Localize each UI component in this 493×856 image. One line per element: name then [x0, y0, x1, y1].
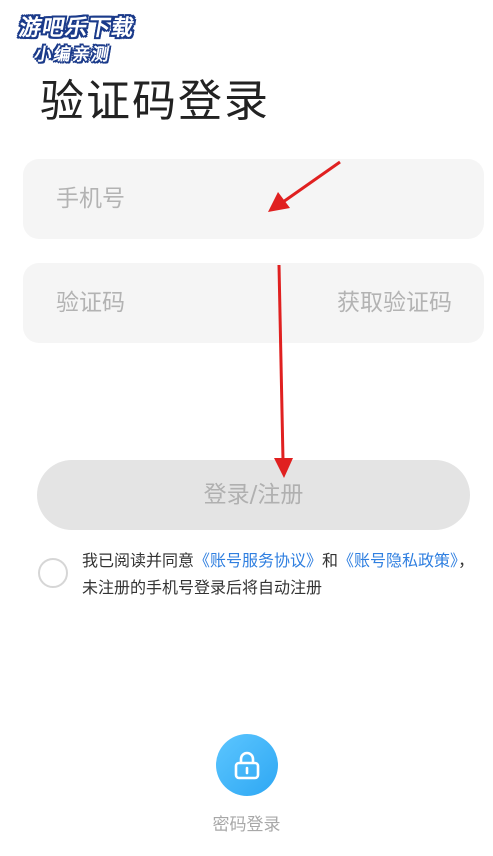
lock-icon — [234, 751, 259, 780]
watermark-line1: 游吧乐下载 — [17, 16, 137, 41]
password-login-label: 密码登录 — [212, 815, 281, 835]
agreement-prefix: 我已阅读并同意 — [82, 551, 195, 570]
code-field[interactable]: 验证码 获取验证码 — [23, 263, 484, 343]
page-title: 验证码登录 — [40, 76, 270, 127]
agreement-text: 我已阅读并同意《账号服务协议》和《账号隐私政策》，未注册的手机号登录后将自动注册 — [82, 547, 482, 601]
phone-placeholder: 手机号 — [56, 186, 125, 212]
service-agreement-link[interactable]: 《账号服务协议》 — [194, 551, 322, 570]
privacy-policy-link[interactable]: 《账号隐私政策》 — [338, 551, 458, 570]
agreement-and: 和 — [322, 551, 339, 570]
watermark-logo: 游吧乐下载 小编亲测 — [13, 8, 153, 65]
agreement-checkbox[interactable] — [38, 558, 68, 588]
code-placeholder: 验证码 — [56, 290, 125, 316]
password-login-section: 密码登录 — [0, 734, 493, 835]
login-register-button[interactable]: 登录/注册 — [37, 460, 470, 530]
get-code-button[interactable]: 获取验证码 — [337, 263, 452, 343]
phone-field[interactable]: 手机号 — [23, 159, 484, 239]
password-login-button[interactable] — [215, 734, 278, 796]
watermark-line2: 小编亲测 — [32, 45, 113, 65]
